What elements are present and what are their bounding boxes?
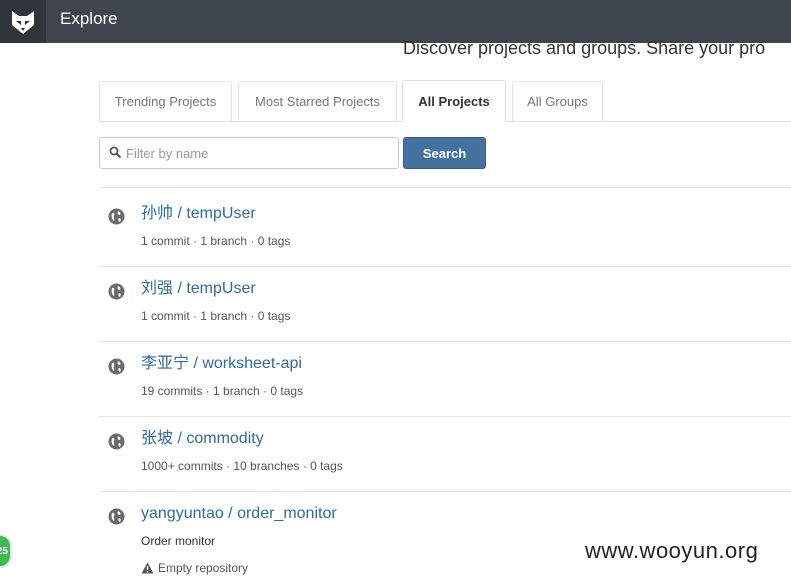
project-description: Order monitor [141, 534, 216, 548]
project-link[interactable]: 刘强 / tempUser [141, 279, 256, 299]
tab-trending-projects[interactable]: Trending Projects [99, 81, 232, 121]
list-divider [99, 187, 791, 188]
project-link[interactable]: 李亚宁 / worksheet-api [141, 354, 302, 374]
tab-most-starred-projects[interactable]: Most Starred Projects [238, 81, 397, 121]
search-button[interactable]: Search [403, 137, 486, 169]
page-title: Explore [60, 9, 118, 28]
project-stats: 19 commits · 1 branch · 0 tags [141, 384, 304, 398]
globe-icon [108, 508, 125, 525]
tab-all-projects[interactable]: All Projects [402, 80, 506, 122]
globe-icon [108, 358, 125, 375]
watermark-text: www.wooyun.org [585, 538, 759, 563]
fox-logo-icon [12, 10, 34, 34]
search-icon [109, 146, 122, 159]
explore-tagline: Discover projects and groups. Share your… [403, 38, 766, 58]
empty-repository-label: Empty repository [158, 561, 249, 575]
notification-badge[interactable]: 25 [0, 534, 12, 568]
project-link[interactable]: 孙帅 / tempUser [141, 204, 256, 224]
filter-by-name-input[interactable] [99, 137, 399, 169]
project-link[interactable]: 张坡 / commodity [141, 429, 264, 449]
project-stats: 1000+ commits · 10 branches · 0 tags [141, 459, 343, 473]
project-stats: 1 commit · 1 branch · 0 tags [141, 309, 291, 323]
list-divider [99, 266, 791, 267]
list-divider [99, 341, 791, 342]
list-divider [99, 491, 791, 492]
tab-all-groups[interactable]: All Groups [512, 81, 603, 121]
warning-icon [141, 562, 154, 574]
top-navbar: Explore [0, 0, 791, 43]
globe-icon [108, 283, 125, 300]
globe-icon [108, 433, 125, 450]
project-link[interactable]: yangyuntao / order_monitor [141, 504, 337, 524]
list-divider [99, 416, 791, 417]
project-stats: 1 commit · 1 branch · 0 tags [141, 234, 291, 248]
globe-icon [108, 208, 125, 225]
gitlab-logo[interactable] [0, 0, 46, 43]
